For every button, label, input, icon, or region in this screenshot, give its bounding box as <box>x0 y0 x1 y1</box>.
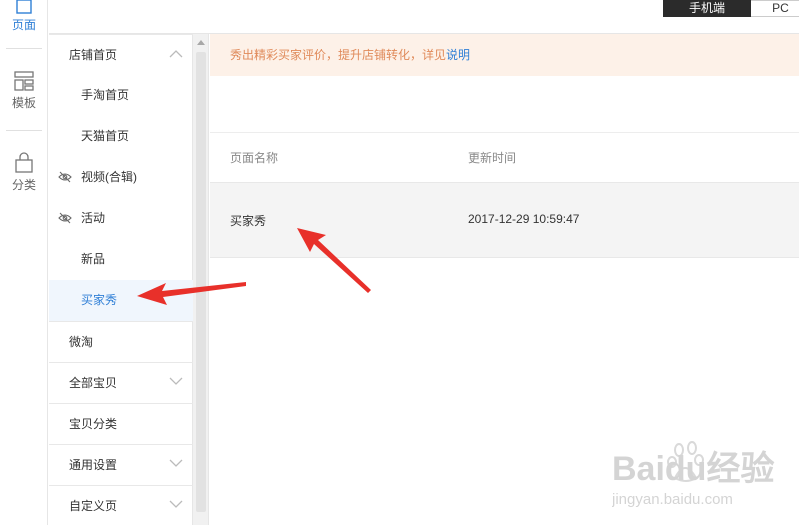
nav-item-label: 天猫首页 <box>81 129 130 143</box>
page-icon <box>16 0 32 14</box>
nav-item-label: 全部宝贝 <box>69 376 118 390</box>
nav-item-taobao-home[interactable]: 手淘首页 <box>49 75 193 116</box>
nav-scrollbar[interactable] <box>193 34 209 525</box>
eye-off-icon <box>58 212 72 224</box>
nav-item-label: 微淘 <box>69 335 94 349</box>
watermark-url: jingyan.baidu.com <box>612 491 733 508</box>
nav-item-video[interactable]: 视频(合辑) <box>49 157 193 198</box>
chevron-down-icon <box>169 377 183 385</box>
nav-item-label: 手淘首页 <box>81 88 130 102</box>
top-bar: 手机端 PC <box>49 0 799 34</box>
nav-item-general-settings[interactable]: 通用设置 <box>49 444 193 485</box>
notice-help-link[interactable]: 说明 <box>446 48 470 62</box>
notice-text: 秀出精彩买家评价，提升店铺转化，详见 <box>230 48 447 62</box>
nav-item-label: 视频(合辑) <box>81 170 137 184</box>
chevron-down-icon <box>169 500 183 508</box>
icon-rail: 页面 模板 分类 <box>0 0 48 525</box>
rail-template[interactable]: 模板 <box>0 70 48 111</box>
nav-item-all-items[interactable]: 全部宝贝 <box>49 362 193 403</box>
header-page-name: 页面名称 <box>230 151 279 165</box>
header-updated-time: 更新时间 <box>468 151 517 165</box>
rail-page[interactable]: 页面 <box>0 0 48 33</box>
nav-item-label: 店铺首页 <box>69 48 118 62</box>
nav-item-label: 通用设置 <box>69 458 118 472</box>
bag-icon <box>15 152 33 173</box>
nav-item-custom-page[interactable]: 自定义页 <box>49 485 193 525</box>
nav-item-item-category[interactable]: 宝贝分类 <box>49 403 193 444</box>
table-row[interactable]: 买家秀 2017-12-29 10:59:47 <box>210 182 799 258</box>
rail-category-label: 分类 <box>11 178 36 192</box>
mobile-toggle-label: 手机端 <box>688 1 725 15</box>
chevron-up-icon <box>169 50 183 58</box>
rail-divider <box>6 48 42 49</box>
nav-item-buyer-show[interactable]: 买家秀 <box>49 280 193 321</box>
watermark-brand: Baidu经验 <box>612 449 774 488</box>
nav-item-shop-home[interactable]: 店铺首页 <box>49 34 193 75</box>
page-nav: 店铺首页 手淘首页 天猫首页 视频(合辑) 活动 新品 买家秀 微淘 全部宝贝 … <box>49 34 193 525</box>
row-page-name: 买家秀 <box>230 214 267 228</box>
rail-template-label: 模板 <box>11 96 36 110</box>
rail-divider <box>6 130 42 131</box>
notice-banner: 秀出精彩买家评价，提升店铺转化，详见说明 <box>210 34 799 76</box>
nav-item-label: 新品 <box>81 252 106 266</box>
table-header: 页面名称 更新时间 <box>210 132 799 182</box>
pc-toggle-label: PC <box>772 1 789 15</box>
nav-item-activity[interactable]: 活动 <box>49 198 193 239</box>
app-root: 页面 模板 分类 手机端 PC 店铺首页 手淘首页 天猫首页 视频(合辑) 活动… <box>0 0 799 525</box>
chevron-down-icon <box>169 459 183 467</box>
nav-item-label: 活动 <box>81 211 106 225</box>
template-icon <box>14 71 34 91</box>
rail-page-label: 页面 <box>11 18 36 32</box>
baidu-watermark-logo: Baidu经验 jingyan.baidu.com <box>612 441 774 508</box>
eye-off-icon <box>58 171 72 183</box>
scroll-up-arrow-icon[interactable] <box>197 40 205 45</box>
pc-toggle-button[interactable]: PC <box>751 0 799 17</box>
nav-item-weitao[interactable]: 微淘 <box>49 321 193 362</box>
scroll-thumb[interactable] <box>196 52 206 512</box>
nav-item-tmall-home[interactable]: 天猫首页 <box>49 116 193 157</box>
row-updated-time: 2017-12-29 10:59:47 <box>468 212 580 226</box>
rail-category[interactable]: 分类 <box>0 152 48 193</box>
nav-item-new[interactable]: 新品 <box>49 239 193 280</box>
nav-item-label: 买家秀 <box>81 293 118 307</box>
nav-item-label: 宝贝分类 <box>69 417 118 431</box>
mobile-toggle-button[interactable]: 手机端 <box>663 0 751 17</box>
nav-item-label: 自定义页 <box>69 499 118 513</box>
